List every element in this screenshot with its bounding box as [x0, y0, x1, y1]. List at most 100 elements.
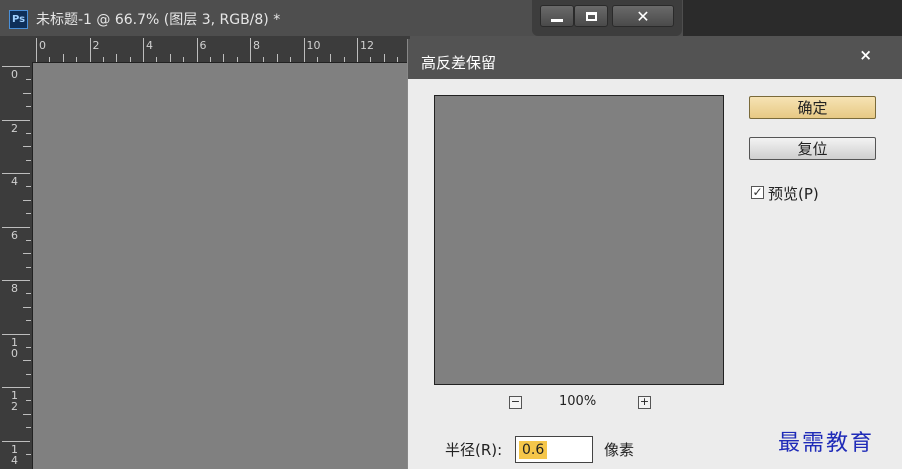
radius-input[interactable]: 0.6	[515, 436, 593, 463]
ruler-major-tick	[36, 38, 37, 62]
ruler-minor-tick	[23, 92, 31, 94]
ruler-minor-tick	[23, 253, 31, 255]
ruler-major-tick	[250, 38, 251, 62]
ruler-label: 0	[39, 39, 46, 52]
photoshop-app-icon: Ps	[9, 10, 28, 29]
vertical-ruler[interactable]: 0 2 4 6 8 1 0 1 2 1 4	[0, 62, 33, 469]
title-bar-dark-area	[683, 0, 902, 36]
watermark: 最需教育	[778, 431, 875, 456]
ruler-minor-tick	[236, 57, 238, 62]
ruler-label: 2	[11, 121, 18, 135]
maximize-icon	[585, 11, 597, 21]
ruler-minor-tick	[26, 320, 31, 322]
ruler-minor-tick	[223, 54, 225, 62]
ruler-minor-tick	[23, 146, 31, 148]
ruler-major-tick	[89, 38, 91, 62]
minus-icon: −	[510, 395, 521, 408]
ruler-minor-tick	[23, 306, 31, 308]
ruler-minor-tick	[276, 54, 278, 62]
ruler-minor-tick	[26, 266, 31, 268]
window-controls: ✕	[532, 0, 682, 36]
ruler-label: 12	[360, 39, 374, 52]
ruler-minor-tick	[343, 57, 345, 62]
horizontal-ruler[interactable]: 0 2 4 6 8 10 12	[0, 36, 410, 63]
zoom-level: 100%	[559, 394, 597, 409]
ruler-major-tick	[2, 387, 30, 388]
maximize-button[interactable]	[574, 5, 608, 27]
ruler-major-tick	[2, 440, 30, 442]
ruler-label: 1 2	[11, 389, 18, 413]
ruler-minor-tick	[23, 360, 31, 362]
checkmark-icon: ✓	[752, 185, 763, 199]
dialog-title: 高反差保留	[421, 54, 497, 72]
ruler-minor-tick	[26, 427, 31, 429]
radius-value: 0.6	[519, 441, 548, 459]
ruler-minor-tick	[76, 57, 78, 62]
ruler-major-tick	[357, 38, 358, 62]
ruler-minor-tick	[316, 57, 318, 62]
radius-unit-label: 像素	[604, 441, 635, 459]
ruler-label: 8	[253, 39, 260, 52]
ruler-major-tick	[2, 173, 30, 174]
ruler-minor-tick	[102, 57, 104, 62]
close-button[interactable]: ✕	[612, 5, 674, 27]
ruler-minor-tick	[263, 57, 265, 62]
ruler-major-tick	[196, 38, 198, 62]
ok-button-label: 确定	[797, 99, 828, 117]
ruler-label: 2	[92, 39, 100, 52]
document-canvas[interactable]	[33, 63, 410, 469]
ruler-minor-tick	[26, 106, 31, 108]
preview-label[interactable]: 预览(P)	[768, 183, 819, 204]
dialog-header: 高反差保留 ×	[408, 39, 902, 79]
ruler-minor-tick	[370, 57, 372, 62]
ruler-minor-tick	[129, 57, 131, 62]
ruler-minor-tick	[209, 57, 211, 62]
close-icon: ✕	[636, 6, 650, 26]
dialog-close-button[interactable]: ×	[859, 46, 872, 64]
ruler-major-tick	[2, 280, 30, 281]
ruler-label: 8	[11, 282, 18, 295]
ruler-minor-tick	[383, 54, 385, 62]
ruler-minor-tick	[23, 199, 31, 201]
ruler-minor-tick	[26, 159, 31, 161]
preview-checkbox[interactable]: ✓	[751, 186, 764, 199]
ruler-major-tick	[2, 119, 30, 121]
ruler-label: 4	[11, 175, 18, 188]
ruler-major-tick	[2, 333, 30, 335]
ruler-label: 0	[11, 68, 18, 81]
ruler-label: 4	[146, 39, 153, 52]
zoom-out-button[interactable]: −	[509, 396, 522, 409]
ruler-label: 1 4	[11, 442, 18, 467]
ruler-minor-tick	[26, 373, 31, 375]
ruler-minor-tick	[26, 346, 31, 348]
reset-button[interactable]: 复位	[749, 137, 876, 160]
ruler-major-tick	[2, 226, 30, 228]
filter-preview[interactable]	[434, 95, 724, 385]
ruler-major-tick	[303, 38, 305, 62]
ruler-minor-tick	[116, 54, 118, 62]
reset-button-label: 复位	[797, 140, 828, 158]
ruler-minor-tick	[26, 79, 31, 81]
ruler-minor-tick	[169, 54, 171, 62]
ruler-minor-tick	[397, 57, 399, 62]
ruler-minor-tick	[183, 57, 185, 62]
zoom-in-button[interactable]: +	[638, 396, 651, 409]
ruler-label: 10	[306, 39, 321, 52]
ruler-minor-tick	[26, 186, 31, 188]
ruler-minor-tick	[49, 57, 51, 62]
ruler-minor-tick	[26, 453, 31, 455]
minimize-button[interactable]	[540, 5, 574, 27]
ok-button[interactable]: 确定	[749, 96, 876, 119]
ruler-minor-tick	[156, 57, 158, 62]
ruler-minor-tick	[26, 132, 31, 134]
high-pass-dialog: 高反差保留 × − 100% + 确定 复位 ✓ 预览(P) 半径(R): 0.…	[407, 39, 902, 469]
ruler-major-tick	[2, 66, 30, 67]
close-icon: ×	[859, 46, 872, 64]
ruler-major-tick	[143, 38, 144, 62]
plus-icon: +	[639, 395, 650, 408]
ruler-label: 6	[199, 39, 207, 52]
ruler-minor-tick	[26, 293, 31, 295]
ruler-minor-tick	[26, 239, 31, 241]
ruler-minor-tick	[62, 54, 64, 62]
ruler-minor-tick	[26, 400, 31, 402]
